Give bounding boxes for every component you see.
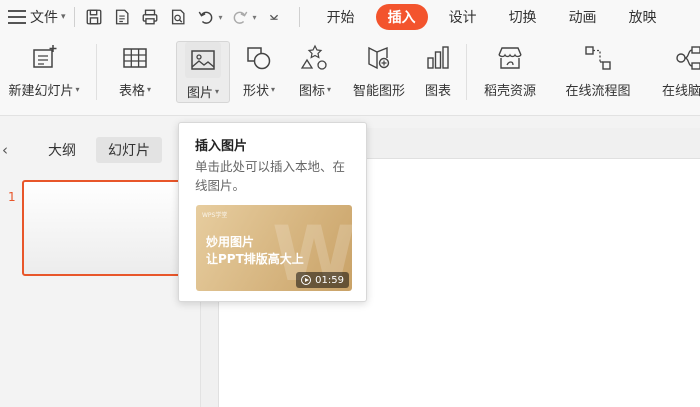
tab-slideshow[interactable]: 放映 — [618, 4, 668, 30]
smart-graphic-button[interactable]: 智能图形 — [346, 40, 412, 104]
icon-library-icon — [297, 40, 333, 76]
export-pdf-icon[interactable] — [111, 6, 133, 28]
slide-number: 1 — [8, 190, 16, 204]
tooltip-description: 单击此处可以插入本地、在线图片。 — [195, 159, 346, 193]
table-button[interactable]: 表格 ▾ — [110, 40, 160, 104]
divider — [466, 44, 467, 100]
tab-transitions[interactable]: 切换 — [498, 4, 548, 30]
insert-ribbon: 新建幻灯片 ▾ 表格 ▾ 图片 ▾ 形状 ▾ 图标 ▾ 智能图形 图表 稻壳资源… — [0, 34, 700, 116]
file-menu-button[interactable]: 文件 ▾ — [30, 7, 66, 27]
divider — [73, 7, 75, 27]
daoke-resources-label: 稻壳资源 — [483, 84, 536, 99]
play-icon — [301, 275, 312, 285]
menu-icon[interactable] — [8, 10, 26, 24]
video-duration-badge: 01:59 — [296, 272, 349, 288]
online-mindmap-button[interactable]: 在线脑图 — [646, 40, 700, 104]
chevron-down-icon: ▾ — [75, 85, 80, 94]
collapse-panel-icon[interactable]: ‹ — [2, 141, 22, 159]
picture-button[interactable]: 图片 ▾ — [176, 41, 230, 103]
tab-home[interactable]: 开始 — [316, 4, 366, 30]
chevron-down-icon: ▾ — [327, 85, 332, 94]
flowchart-icon — [580, 40, 616, 76]
tab-outline[interactable]: 大纲 — [36, 137, 88, 163]
shape-button[interactable]: 形状 ▾ — [234, 40, 284, 104]
divider — [298, 7, 300, 27]
new-slide-label: 新建幻灯片 — [8, 84, 74, 99]
quick-access-bar: 文件 ▾ ▾ ▾ — [0, 0, 308, 34]
slide-panel: ‹ 大纲 幻灯片 1 — [0, 128, 202, 407]
undo-dropdown-icon[interactable]: ▾ — [219, 13, 223, 22]
tab-insert[interactable]: 插入 — [375, 4, 428, 30]
slide-panel-header: ‹ 大纲 幻灯片 — [0, 128, 200, 172]
video-brand: WPS学堂 — [202, 212, 228, 219]
icon-library-label: 图标 — [298, 84, 325, 99]
new-slide-button[interactable]: 新建幻灯片 ▾ — [0, 40, 90, 104]
online-flowchart-button[interactable]: 在线流程图 — [556, 40, 640, 104]
online-flowchart-label: 在线流程图 — [565, 84, 631, 99]
tab-animations[interactable]: 动画 — [558, 4, 608, 30]
print-preview-icon[interactable] — [167, 6, 189, 28]
smart-graphic-icon — [361, 40, 397, 76]
undo-icon[interactable] — [195, 6, 217, 28]
slide-thumbnail[interactable] — [22, 180, 202, 276]
customize-toolbar-icon[interactable] — [263, 6, 285, 28]
shape-icon — [241, 40, 277, 76]
ribbon-tabs: 开始 插入 设计 切换 动画 放映 — [316, 4, 678, 30]
picture-icon — [185, 42, 221, 78]
smart-graphic-label: 智能图形 — [352, 84, 405, 99]
redo-dropdown-icon[interactable]: ▾ — [253, 13, 257, 22]
divider — [96, 44, 97, 100]
tooltip-title: 插入图片 — [195, 139, 248, 154]
daoke-resources-button[interactable]: 稻壳资源 — [474, 40, 546, 104]
chart-label: 图表 — [424, 84, 451, 99]
chevron-down-icon: ▾ — [215, 87, 220, 96]
wps-presentation-window: 文件 ▾ ▾ ▾ 开始 插入 设计 切换 动画 放映 新建幻灯片 ▾ 表格 ▾ … — [0, 0, 700, 407]
tab-design[interactable]: 设计 — [438, 4, 488, 30]
chart-button[interactable]: 图表 — [418, 40, 458, 104]
table-icon — [117, 40, 153, 76]
file-menu-label: 文件 — [30, 10, 58, 26]
mindmap-icon — [670, 40, 700, 76]
tutorial-video-thumbnail[interactable]: W WPS学堂 妙用图片 让PPT排版高大上 01:59 — [196, 205, 352, 291]
chevron-down-icon: ▾ — [271, 85, 276, 94]
new-slide-icon — [26, 40, 62, 76]
store-icon — [492, 40, 528, 76]
save-icon[interactable] — [83, 6, 105, 28]
video-duration: 01:59 — [315, 274, 344, 286]
redo-icon[interactable] — [229, 6, 251, 28]
video-title-line2: 让PPT排版高大上 — [206, 252, 304, 266]
shape-label: 形状 — [242, 84, 269, 99]
icon-library-button[interactable]: 图标 ▾ — [290, 40, 340, 104]
chart-icon — [420, 40, 456, 76]
print-icon[interactable] — [139, 6, 161, 28]
menu-bar: 文件 ▾ ▾ ▾ 开始 插入 设计 切换 动画 放映 — [0, 0, 700, 34]
chevron-down-icon: ▾ — [147, 85, 152, 94]
picture-label: 图片 — [186, 86, 213, 101]
tab-slides[interactable]: 幻灯片 — [96, 137, 162, 163]
online-mindmap-label: 在线脑图 — [661, 84, 700, 99]
insert-picture-tooltip: 插入图片 单击此处可以插入本地、在线图片。 W WPS学堂 妙用图片 让PPT排… — [178, 122, 367, 302]
video-title-line1: 妙用图片 — [206, 235, 255, 249]
chevron-down-icon: ▾ — [61, 12, 66, 22]
table-label: 表格 — [118, 84, 145, 99]
